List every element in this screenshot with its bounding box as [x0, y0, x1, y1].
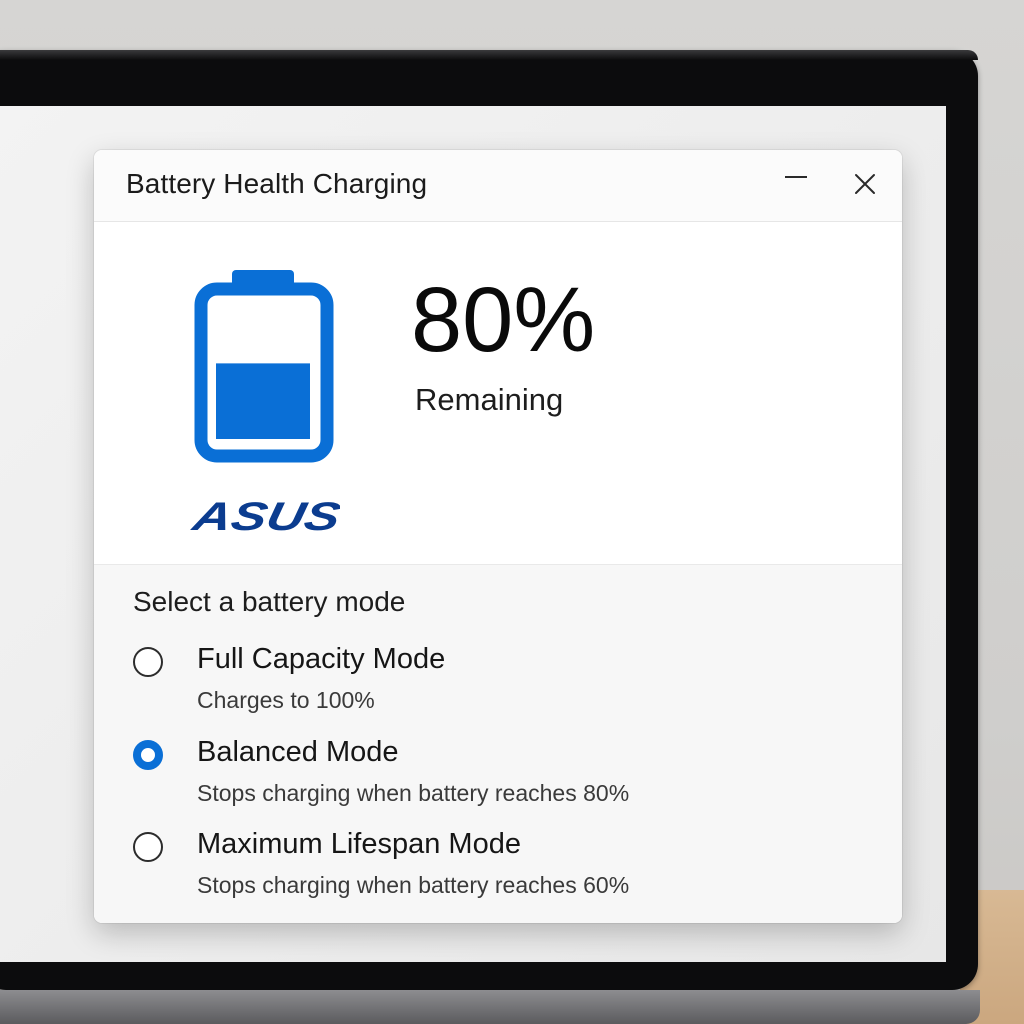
- battery-health-dialog: Battery Health Charging ASUS 80% Remaini…: [94, 150, 902, 923]
- maximum-lifespan-mode-description: Stops charging when battery reaches 60%: [197, 872, 630, 898]
- balanced-mode-option[interactable]: Balanced Mode Stops charging when batter…: [124, 736, 844, 814]
- battery-remaining-label: Remaining: [415, 382, 564, 417]
- battery-percentage: 80%: [411, 269, 596, 371]
- battery-icon: [194, 270, 334, 463]
- full-capacity-mode-description: Charges to 100%: [197, 687, 375, 713]
- asus-logo: ASUS: [190, 498, 340, 536]
- battery-status-panel: ASUS 80% Remaining: [94, 222, 902, 565]
- title-bar: Battery Health Charging: [94, 150, 902, 222]
- close-button[interactable]: [843, 162, 887, 206]
- laptop-base: [0, 990, 980, 1024]
- window-title: Battery Health Charging: [126, 168, 428, 199]
- battery-fill-level: [216, 363, 310, 439]
- full-capacity-mode-option[interactable]: Full Capacity Mode Charges to 100%: [124, 643, 844, 721]
- balanced-mode-description: Stops charging when battery reaches 80%: [197, 780, 630, 806]
- battery-mode-heading: Select a battery mode: [133, 586, 406, 617]
- balanced-mode-label: Balanced Mode: [197, 736, 399, 768]
- maximum-lifespan-mode-label: Maximum Lifespan Mode: [197, 828, 521, 860]
- full-capacity-mode-radio[interactable]: [133, 647, 163, 677]
- battery-mode-section: Select a battery mode Full Capacity Mode…: [94, 565, 902, 923]
- maximum-lifespan-mode-option[interactable]: Maximum Lifespan Mode Stops charging whe…: [124, 828, 844, 906]
- svg-text:ASUS: ASUS: [190, 498, 340, 536]
- minimize-button[interactable]: [774, 162, 818, 206]
- maximum-lifespan-mode-radio[interactable]: [133, 832, 163, 862]
- balanced-mode-radio[interactable]: [133, 740, 163, 770]
- close-icon: [855, 174, 875, 194]
- full-capacity-mode-label: Full Capacity Mode: [197, 643, 446, 675]
